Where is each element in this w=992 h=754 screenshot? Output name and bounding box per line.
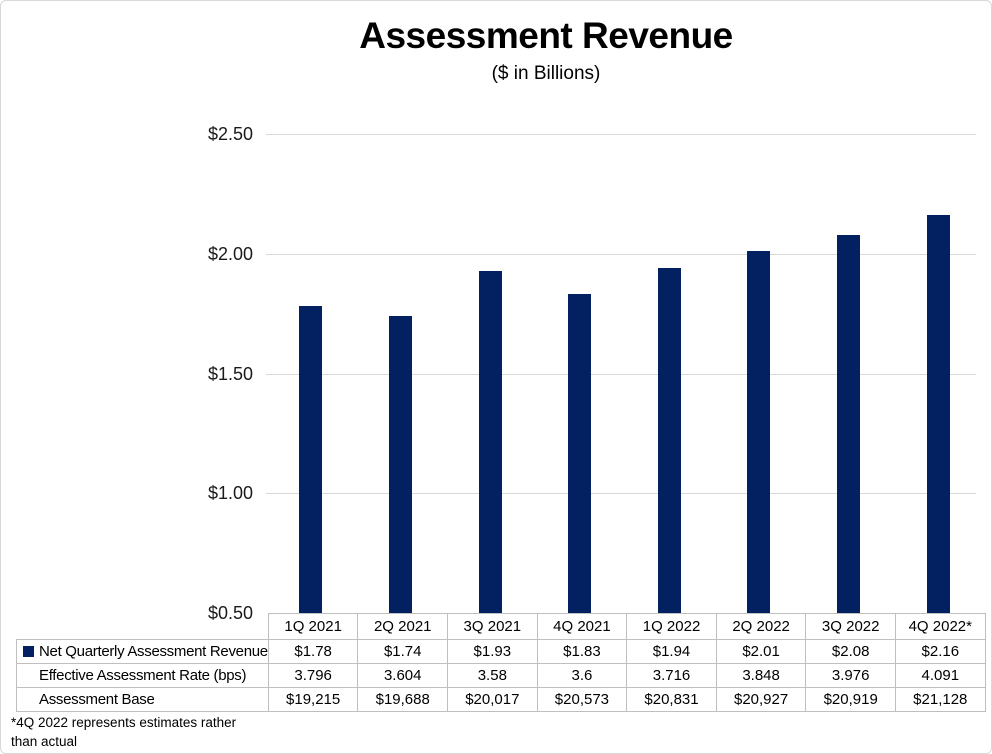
chart-frame: Assessment Revenue ($ in Billions) $2.50… bbox=[0, 0, 992, 754]
table-cell-net-quarterly-assessment-revenue-2q-2021: $1.74 bbox=[358, 640, 448, 664]
bar-4q-2021 bbox=[568, 294, 591, 613]
y-axis-tick-label: $1.00 bbox=[159, 482, 253, 504]
y-axis-tick-label: $2.00 bbox=[159, 243, 253, 265]
table-cell-assessment-base-2q-2021: $19,688 bbox=[358, 688, 448, 712]
table-row-label-assessment-base: Assessment Base bbox=[17, 688, 269, 712]
table-cell-net-quarterly-assessment-revenue-1q-2021: $1.78 bbox=[268, 640, 358, 664]
table-header-4q-2022: 4Q 2022* bbox=[896, 614, 986, 640]
table-cell-effective-assessment-rate-bps-2q-2021: 3.604 bbox=[358, 664, 448, 688]
bar-3q-2022 bbox=[837, 235, 860, 613]
table-header-2q-2021: 2Q 2021 bbox=[358, 614, 448, 640]
table-cell-net-quarterly-assessment-revenue-3q-2021: $1.93 bbox=[448, 640, 538, 664]
bar-2q-2021 bbox=[389, 316, 412, 613]
table-cell-effective-assessment-rate-bps-3q-2022: 3.976 bbox=[806, 664, 896, 688]
table-cell-assessment-base-3q-2021: $20,017 bbox=[448, 688, 538, 712]
table-header-3q-2021: 3Q 2021 bbox=[448, 614, 538, 640]
bar-3q-2021 bbox=[479, 271, 502, 613]
table-cell-effective-assessment-rate-bps-4q-2022: 4.091 bbox=[896, 664, 986, 688]
gridline-2.50 bbox=[266, 134, 976, 135]
footnote: *4Q 2022 represents estimates rather tha… bbox=[11, 713, 259, 751]
table-row: Effective Assessment Rate (bps)3.7963.60… bbox=[17, 664, 986, 688]
table-cell-net-quarterly-assessment-revenue-2q-2022: $2.01 bbox=[716, 640, 806, 664]
table-cell-net-quarterly-assessment-revenue-4q-2021: $1.83 bbox=[537, 640, 627, 664]
table-cell-assessment-base-1q-2021: $19,215 bbox=[268, 688, 358, 712]
y-axis-tick-label: $1.50 bbox=[159, 363, 253, 385]
bar-2q-2022 bbox=[747, 251, 770, 613]
table-cell-assessment-base-4q-2022: $21,128 bbox=[896, 688, 986, 712]
table-cell-effective-assessment-rate-bps-3q-2021: 3.58 bbox=[448, 664, 538, 688]
data-table: 1Q 20212Q 20213Q 20214Q 20211Q 20222Q 20… bbox=[16, 613, 986, 712]
table-header-1q-2021: 1Q 2021 bbox=[268, 614, 358, 640]
y-axis-tick-label: $0.50 bbox=[159, 602, 253, 624]
table-header-2q-2022: 2Q 2022 bbox=[716, 614, 806, 640]
bar-1q-2021 bbox=[299, 306, 322, 613]
gridline-1.00 bbox=[266, 493, 976, 494]
y-axis-tick-label: $2.50 bbox=[159, 123, 253, 145]
bar-4q-2022 bbox=[927, 215, 950, 613]
table-row-label-net-quarterly-assessment-revenue: Net Quarterly Assessment Revenue bbox=[17, 640, 269, 664]
table-cell-effective-assessment-rate-bps-1q-2021: 3.796 bbox=[268, 664, 358, 688]
table-cell-assessment-base-1q-2022: $20,831 bbox=[627, 688, 717, 712]
table-cell-net-quarterly-assessment-revenue-4q-2022: $2.16 bbox=[896, 640, 986, 664]
table-header-1q-2022: 1Q 2022 bbox=[627, 614, 717, 640]
chart-subtitle: ($ in Billions) bbox=[105, 63, 987, 85]
table-cell-assessment-base-2q-2022: $20,927 bbox=[716, 688, 806, 712]
legend-marker-icon bbox=[23, 646, 34, 657]
gridline-1.50 bbox=[266, 374, 976, 375]
table-cell-assessment-base-3q-2022: $20,919 bbox=[806, 688, 896, 712]
table-cell-assessment-base-4q-2021: $20,573 bbox=[537, 688, 627, 712]
table-header-4q-2021: 4Q 2021 bbox=[537, 614, 627, 640]
table-row: Assessment Base$19,215$19,688$20,017$20,… bbox=[17, 688, 986, 712]
bar-1q-2022 bbox=[658, 268, 681, 613]
table-cell-effective-assessment-rate-bps-4q-2021: 3.6 bbox=[537, 664, 627, 688]
table-header-3q-2022: 3Q 2022 bbox=[806, 614, 896, 640]
table-cell-net-quarterly-assessment-revenue-1q-2022: $1.94 bbox=[627, 640, 717, 664]
table-row: Net Quarterly Assessment Revenue$1.78$1.… bbox=[17, 640, 986, 664]
table-cell-effective-assessment-rate-bps-1q-2022: 3.716 bbox=[627, 664, 717, 688]
table-cell-net-quarterly-assessment-revenue-3q-2022: $2.08 bbox=[806, 640, 896, 664]
table-row-label-effective-assessment-rate-bps: Effective Assessment Rate (bps) bbox=[17, 664, 269, 688]
table-cell-effective-assessment-rate-bps-2q-2022: 3.848 bbox=[716, 664, 806, 688]
gridline-2.00 bbox=[266, 254, 976, 255]
chart-title: Assessment Revenue bbox=[105, 15, 987, 57]
